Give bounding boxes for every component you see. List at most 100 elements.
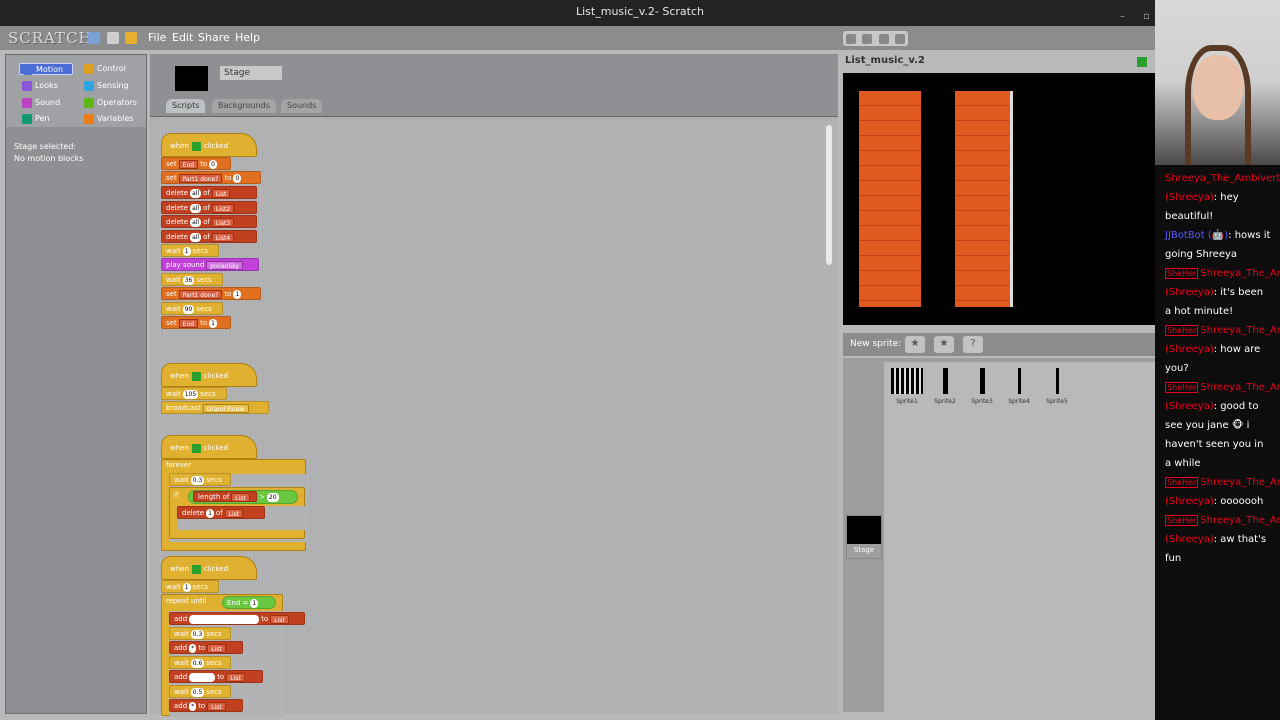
list-dropdown[interactable]: List [231,492,250,502]
value-input[interactable]: * [189,701,197,711]
value-input[interactable]: 0 [233,173,242,183]
set-variable-block[interactable]: set End to 1 [161,316,231,329]
sprite-thumbnail[interactable]: Sprite5 [1040,368,1074,405]
value-input[interactable]: 1 [250,598,259,608]
stage-thumbnail[interactable]: Stage [846,515,882,559]
value-input[interactable]: all [190,203,202,213]
variable-dropdown[interactable]: End [178,318,199,328]
wait-block[interactable]: wait 1 secs [161,244,219,257]
value-input[interactable]: 90 [182,304,195,314]
value-input[interactable]: 0.3 [190,629,205,639]
set-variable-block[interactable]: set Part1 done? to 1 [161,287,261,300]
equals-operator-block[interactable]: End = 1 [222,596,276,609]
compare-operator-block[interactable]: length of List >20 [188,490,298,504]
list-dropdown[interactable]: List3 [211,217,235,227]
random-sprite-icon[interactable]: ? [963,336,983,353]
sprite-name-field[interactable]: Stage [220,66,282,80]
length-of-list-block[interactable]: length of List [193,491,257,502]
share-icon[interactable] [125,32,137,44]
message-dropdown[interactable]: Grand Finale [202,403,249,413]
delete-list-block[interactable]: delete 1 of List [177,506,265,519]
duplicate-tool-icon[interactable] [846,33,857,44]
wait-block[interactable]: wait 0.3 secs [169,627,231,640]
wait-block[interactable]: wait 0.3 secs [169,473,231,486]
shrink-tool-icon[interactable] [894,33,905,44]
hat-block-flag-clicked[interactable]: when clicked [161,556,257,580]
delete-tool-icon[interactable] [862,33,873,44]
value-input[interactable]: 1 [206,508,214,518]
list-dropdown[interactable]: List [224,508,244,518]
delete-list-block[interactable]: delete all of List [161,186,257,199]
paint-new-sprite-icon[interactable]: ★ [905,336,925,353]
delete-list-block[interactable]: delete all of List3 [161,215,257,228]
menu-file[interactable]: File [148,31,166,44]
hat-block-flag-clicked[interactable]: when clicked [161,435,257,459]
value-input[interactable] [189,614,260,624]
value-input[interactable] [189,672,216,682]
vertical-scrollbar[interactable] [826,125,832,265]
value-input[interactable]: 1 [182,246,191,256]
list-dropdown[interactable]: List [270,614,289,624]
category-control[interactable]: Control [81,63,135,75]
menu-edit[interactable]: Edit [172,31,193,44]
list-dropdown[interactable]: List [226,672,245,682]
list-dropdown[interactable]: List2 [211,203,235,213]
value-input[interactable]: * [189,643,197,653]
menu-share[interactable]: Share [198,31,230,44]
wait-block[interactable]: wait 90 secs [161,302,223,315]
value-input[interactable]: 20 [266,492,279,502]
tab-scripts[interactable]: Scripts [166,99,206,113]
choose-sprite-icon[interactable]: ★ [934,336,954,353]
value-input[interactable]: 1 [209,318,217,328]
category-sensing[interactable]: Sensing [81,80,135,92]
tab-backgrounds[interactable]: Backgrounds [212,99,276,113]
category-looks[interactable]: Looks [19,80,73,92]
wait-block[interactable]: wait 105 secs [161,387,227,400]
globe-icon[interactable] [88,32,100,44]
wait-block[interactable]: wait 36 secs [161,273,223,286]
value-input[interactable]: 0.3 [190,475,205,485]
sound-dropdown[interactable]: JovianSky [206,260,244,270]
hat-block-flag-clicked[interactable]: when clicked [161,133,257,157]
delete-list-block[interactable]: delete all of List2 [161,201,257,214]
stage-canvas[interactable] [843,73,1155,325]
play-sound-block[interactable]: play sound JovianSky [161,258,259,271]
sprite-thumbnail[interactable]: Sprite2 [928,368,962,405]
wait-block[interactable]: wait 0.6 secs [169,656,231,669]
value-input[interactable]: 1 [182,582,191,592]
variable-dropdown[interactable]: Part1 done? [178,289,223,299]
add-to-list-block[interactable]: add to List [169,612,305,625]
add-to-list-block[interactable]: add to List [169,670,263,683]
value-input[interactable]: all [190,217,202,227]
category-sound[interactable]: Sound [19,97,73,109]
green-flag-icon[interactable] [1137,57,1147,67]
grow-tool-icon[interactable] [878,33,889,44]
list-dropdown[interactable]: List [207,643,226,653]
value-input[interactable]: 1 [233,289,242,299]
variable-dropdown[interactable]: End [178,159,199,169]
list-dropdown[interactable]: List [207,701,226,711]
value-input[interactable]: 0.5 [190,687,205,697]
save-icon[interactable] [107,32,119,44]
list-dropdown[interactable]: List4 [211,232,235,242]
value-input[interactable]: all [190,188,202,198]
value-input[interactable]: 0.6 [190,658,205,668]
category-motion[interactable]: Motion [19,63,73,75]
sprite-thumbnail[interactable]: Sprite1 [890,368,924,405]
add-to-list-block[interactable]: add * to List [169,699,243,712]
menu-help[interactable]: Help [235,31,260,44]
sprite-thumbnail[interactable]: Sprite4 [1002,368,1036,405]
value-input[interactable]: 0 [209,159,217,169]
set-variable-block[interactable]: set Part1 done? to 0 [161,171,261,184]
add-to-list-block[interactable]: add * to List [169,641,243,654]
wait-block[interactable]: wait 1 secs [161,580,219,593]
wait-block[interactable]: wait 0.5 secs [169,685,231,698]
category-operators[interactable]: Operators [81,97,137,109]
sprite-thumbnail[interactable]: Sprite3 [965,368,999,405]
hat-block-flag-clicked[interactable]: when clicked [161,363,257,387]
broadcast-block[interactable]: broadcast Grand Finale [161,401,269,414]
value-input[interactable]: 105 [182,389,199,399]
delete-list-block[interactable]: delete all of List4 [161,230,257,243]
value-input[interactable]: all [190,232,202,242]
value-input[interactable]: 36 [182,275,195,285]
